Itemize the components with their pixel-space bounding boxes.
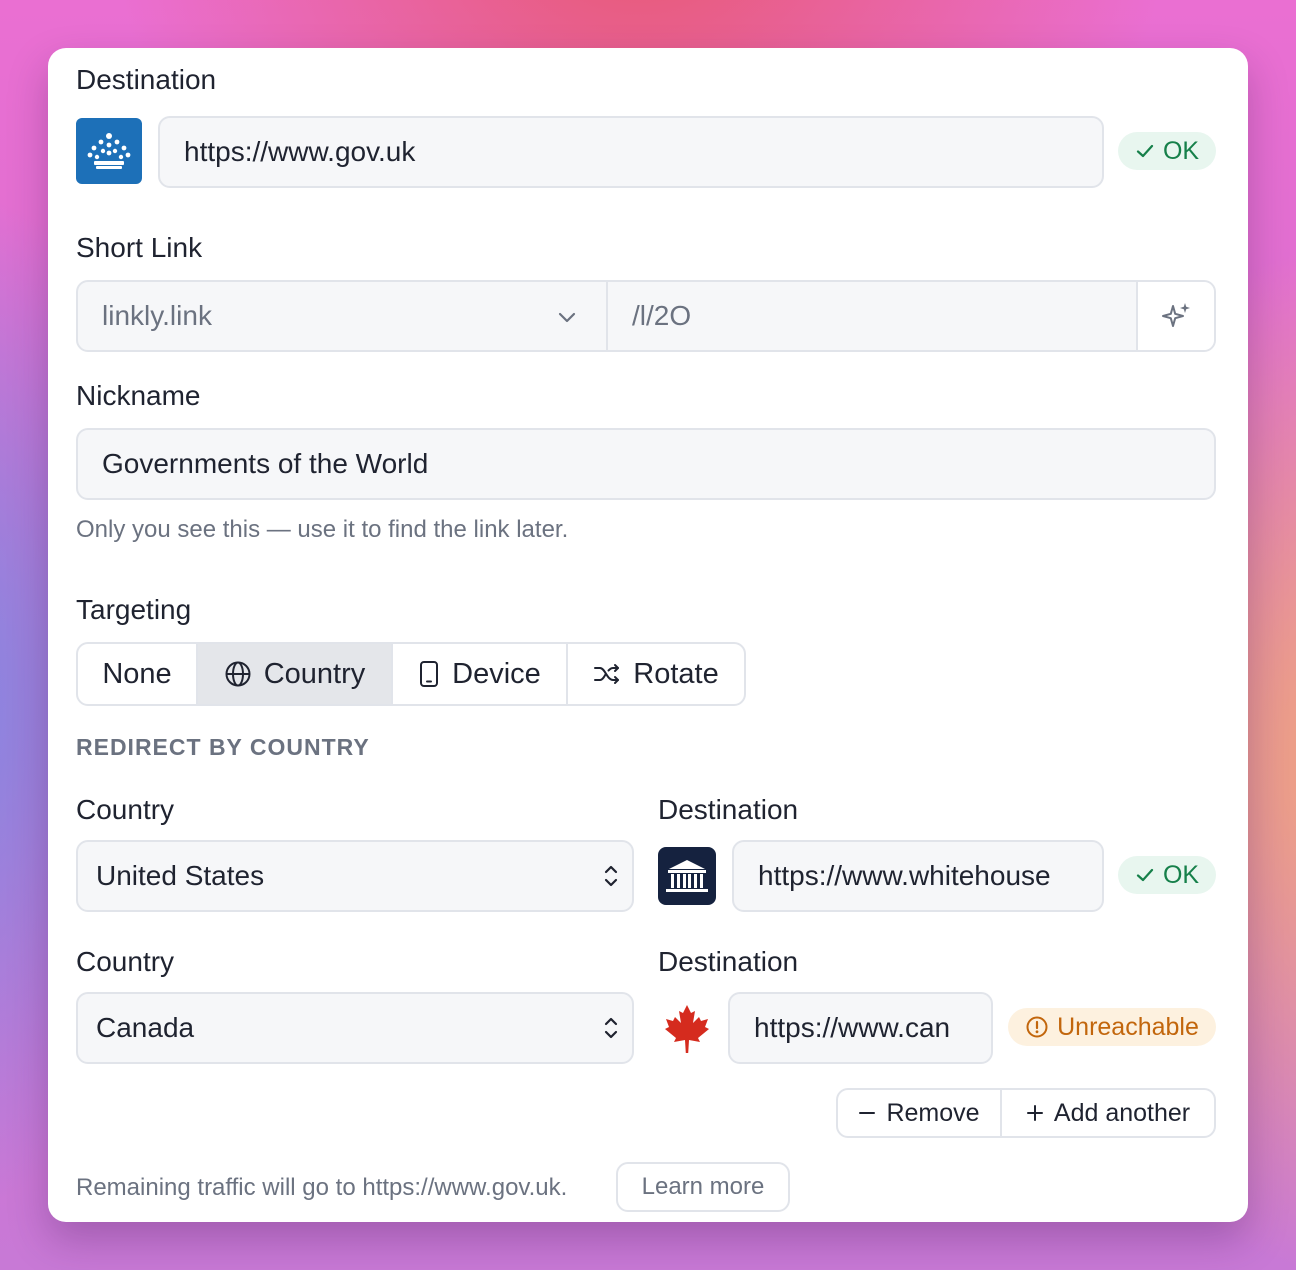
whitehouse-icon [658, 847, 716, 905]
rule-1-destination-input[interactable]: https://www.whitehouse [732, 840, 1104, 912]
rule-1-country-label: Country [76, 794, 175, 825]
tab-rotate[interactable]: Rotate [568, 644, 744, 704]
chevron-up-down-icon [600, 862, 622, 890]
learn-more-button[interactable]: Learn more [616, 1162, 790, 1212]
rule-2-country-value: Canada [96, 1012, 195, 1043]
tab-none-label: None [102, 657, 172, 690]
add-another-button-label: Add another [1053, 1098, 1191, 1127]
crown-icon [76, 118, 142, 184]
targeting-label: Targeting [76, 594, 192, 625]
destination-status-badge: OK [1118, 132, 1216, 170]
rule-1-country-select[interactable]: United States [76, 840, 634, 912]
rule-1-country-value: United States [96, 860, 265, 891]
generate-slug-button[interactable] [1138, 282, 1214, 350]
targeting-segmented-control: None Country Device Rotate [76, 642, 746, 706]
tab-country-label: Country [263, 657, 366, 690]
link-editor-card: Destination https://www.gov.uk OK Short … [48, 48, 1248, 1222]
rule-2-status-text: Unreachable [1057, 1012, 1199, 1041]
short-link-label: Short Link [76, 232, 203, 263]
rule-2-country-label: Country [76, 946, 175, 977]
check-icon [1136, 144, 1154, 158]
short-link-group: linkly.link /l/2O [76, 280, 1216, 352]
destination-label: Destination [76, 64, 217, 95]
tab-none[interactable]: None [78, 644, 198, 704]
phone-icon [420, 661, 439, 687]
redirect-section-title: REDIRECT BY COUNTRY [76, 734, 370, 760]
remaining-traffic-note: Remaining traffic will go to https://www… [76, 1174, 568, 1201]
remove-button-label: Remove [886, 1098, 980, 1127]
remove-button[interactable]: Remove [838, 1090, 1002, 1136]
short-link-slug-input[interactable]: /l/2O [608, 282, 1138, 350]
rule-1-destination-label: Destination [658, 794, 799, 825]
tab-device-label: Device [452, 657, 541, 690]
tab-country[interactable]: Country [198, 644, 393, 704]
rule-2-status-badge: Unreachable [1008, 1008, 1216, 1046]
short-link-domain: linkly.link [102, 300, 212, 331]
rule-1-status-text: OK [1162, 860, 1200, 889]
alert-circle-icon [1026, 1016, 1048, 1038]
nickname-input[interactable]: Governments of the World [76, 428, 1216, 500]
nickname-label: Nickname [76, 380, 201, 411]
nickname-hint: Only you see this — use it to find the l… [76, 516, 569, 543]
rule-1-status-badge: OK [1118, 856, 1216, 894]
sparkles-icon [1162, 303, 1190, 327]
rule-2-destination-label: Destination [658, 946, 799, 977]
chevron-up-down-icon [600, 1014, 622, 1042]
globe-icon [225, 661, 251, 687]
maple-leaf-icon [658, 1000, 716, 1058]
short-link-domain-select[interactable]: linkly.link [78, 282, 608, 350]
chevron-down-icon [556, 306, 578, 328]
rule-actions: Remove Add another [836, 1088, 1216, 1138]
rule-2-destination-input[interactable]: https://www.can [728, 992, 993, 1064]
destination-url-input[interactable]: https://www.gov.uk [158, 116, 1104, 188]
add-another-button[interactable]: Add another [1002, 1090, 1214, 1136]
tab-device[interactable]: Device [393, 644, 568, 704]
destination-status-text: OK [1162, 136, 1200, 165]
rule-2-country-select[interactable]: Canada [76, 992, 634, 1064]
check-icon [1136, 868, 1154, 882]
plus-icon [1026, 1105, 1043, 1121]
minus-icon [859, 1112, 876, 1114]
shuffle-icon [594, 664, 620, 684]
tab-rotate-label: Rotate [633, 657, 719, 690]
